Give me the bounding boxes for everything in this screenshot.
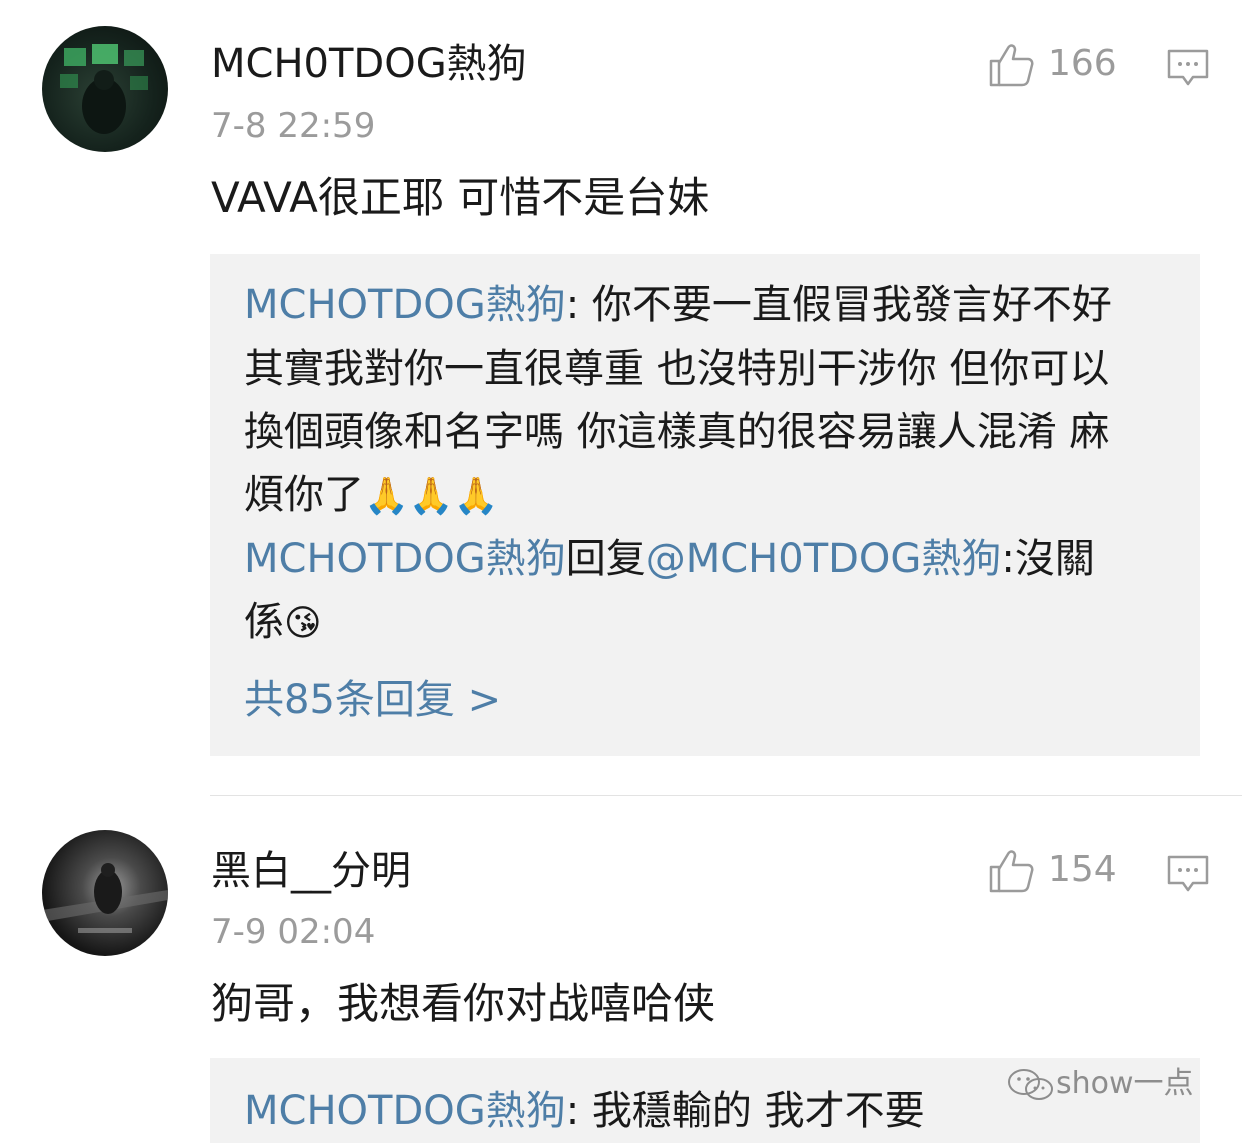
reply-thread[interactable]: MCHOTDOG熱狗: 你不要一直假冒我發言好不好 其實我對你一直很尊重 也沒特… bbox=[210, 254, 1200, 756]
reply-item: MCHOTDOG熱狗回复@MCH0TDOG熱狗:沒關 bbox=[244, 534, 1095, 584]
like-count: 166 bbox=[1048, 43, 1117, 84]
reply-text: 換個頭像和名字嗎 你這樣真的很容易讓人混淆 麻 bbox=[244, 409, 1110, 455]
timestamp: 7-8 22:59 bbox=[211, 106, 376, 146]
pray-emoji-icon: 🙏🙏🙏 bbox=[364, 476, 499, 517]
timestamp: 7-9 02:04 bbox=[211, 912, 376, 952]
reply-text: 係 bbox=[244, 599, 284, 645]
thumbs-up-icon[interactable] bbox=[988, 848, 1034, 894]
avatar[interactable] bbox=[42, 830, 168, 956]
reply-text: 其實我對你一直很尊重 也沒特別干涉你 但你可以 bbox=[244, 346, 1110, 392]
watermark-text: show一点 bbox=[1056, 1066, 1194, 1101]
reply-item: MCHOTDOG熱狗: 我穩輸的 我才不要 bbox=[244, 1086, 925, 1136]
reply-author-link[interactable]: MCHOTDOG熱狗 bbox=[244, 1088, 566, 1134]
thumbs-up-icon[interactable] bbox=[988, 42, 1034, 88]
reply-item: MCHOTDOG熱狗: 你不要一直假冒我發言好不好 bbox=[244, 280, 1112, 330]
divider bbox=[210, 795, 1242, 796]
reply-icon[interactable] bbox=[1166, 48, 1210, 88]
comment-text: 狗哥，我想看你对战嘻哈侠 bbox=[211, 979, 716, 1028]
reply-author-link[interactable]: MCHOTDOG熱狗 bbox=[244, 282, 566, 328]
avatar[interactable] bbox=[42, 26, 168, 152]
reply-text: : 我穩輸的 我才不要 bbox=[565, 1088, 925, 1134]
wechat-icon bbox=[1008, 1068, 1053, 1100]
username[interactable]: 黑白__分明 bbox=[211, 847, 411, 895]
mention-link[interactable]: @MCH0TDOG熱狗 bbox=[646, 536, 1002, 582]
reply-icon[interactable] bbox=[1166, 854, 1210, 894]
reply-text: :沒關 bbox=[1001, 536, 1095, 582]
avatar-image bbox=[42, 863, 168, 933]
watermark: show一点 bbox=[1006, 1064, 1194, 1104]
reply-item: 係😘 bbox=[244, 597, 322, 649]
reply-verb: 回复 bbox=[565, 536, 646, 582]
reply-item: 煩你了🙏🙏🙏 bbox=[244, 470, 498, 522]
reply-text: : 你不要一直假冒我發言好不好 bbox=[565, 282, 1112, 328]
avatar-image bbox=[60, 44, 148, 134]
reply-author-link[interactable]: MCHOTDOG熱狗 bbox=[244, 536, 566, 582]
reply-text: 煩你了 bbox=[244, 472, 364, 518]
username[interactable]: MCH0TDOG熱狗 bbox=[211, 40, 527, 88]
comment-text: VAVA很正耶 可惜不是台妹 bbox=[211, 173, 710, 222]
like-count: 154 bbox=[1048, 849, 1117, 890]
more-replies-link[interactable]: 共85条回复 > bbox=[244, 675, 501, 725]
kiss-emoji-icon: 😘 bbox=[284, 603, 322, 644]
